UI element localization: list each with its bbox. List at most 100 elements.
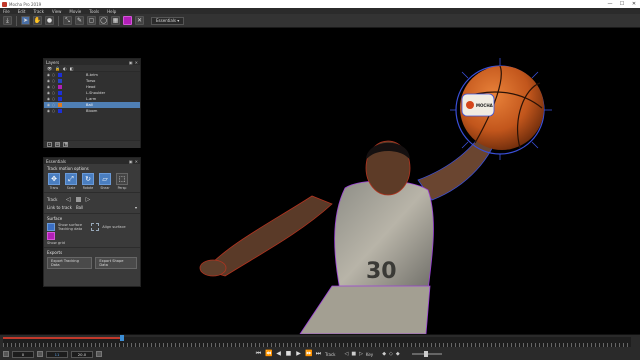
add-layer-icon[interactable]: + — [47, 142, 52, 147]
perspective-icon[interactable]: ⬚ — [116, 173, 128, 185]
set-in-point-icon[interactable] — [3, 351, 9, 357]
workspace-select[interactable]: Essentials ▾ — [151, 16, 185, 25]
zoom-tool-icon[interactable]: ● — [45, 16, 54, 25]
panel-float-icon[interactable]: ▣ — [129, 159, 133, 164]
bezier-tool-icon[interactable]: ✎ — [75, 16, 84, 25]
motion-scale[interactable]: ⤢ Scale — [64, 173, 78, 190]
layer-color-swatch — [58, 73, 62, 77]
track-forward-icon[interactable]: ▷ — [359, 351, 363, 357]
show-surface-icon[interactable] — [47, 223, 55, 231]
lock-icon[interactable]: ○ — [51, 91, 56, 95]
motion-label: Rotate — [82, 186, 94, 190]
stop-track-icon[interactable] — [75, 197, 81, 202]
play-backward-icon[interactable]: ◀ — [275, 350, 282, 358]
end-frame-field[interactable]: 20.0 — [71, 350, 93, 358]
export-tracking-button[interactable]: Export Tracking Data — [47, 257, 93, 269]
in-frame-field[interactable]: 0 — [12, 350, 34, 358]
lock-icon[interactable]: ○ — [51, 79, 56, 83]
menu-track[interactable]: Track — [33, 9, 43, 14]
motion-rotate[interactable]: ↻ Rotate — [81, 173, 95, 190]
xspline-tool-icon[interactable]: ⤡ — [63, 16, 72, 25]
track-backward-icon[interactable]: ◁ — [66, 196, 71, 203]
group-layer-icon[interactable]: ▤ — [55, 142, 60, 147]
next-keyframe-icon[interactable]: ◆ — [396, 351, 400, 357]
menu-tools[interactable]: Tools — [89, 9, 99, 14]
current-frame-field[interactable]: 11 — [46, 350, 68, 358]
keyframe-buttons: ◆ ◇ ◆ — [382, 351, 400, 357]
lock-icon[interactable]: ○ — [51, 73, 56, 77]
layers-panel-title: Layers — [46, 59, 60, 65]
rotate-icon[interactable]: ↻ — [82, 173, 94, 185]
motion-title: Track motion options — [47, 166, 89, 171]
translate-icon[interactable]: ✥ — [48, 173, 60, 185]
panel-close-icon[interactable]: ✕ — [135, 159, 138, 164]
select-tool-icon[interactable]: ➤ — [21, 16, 30, 25]
step-back-icon[interactable]: ⏪ — [265, 350, 272, 358]
track-forward-icon[interactable]: ▷ — [86, 196, 91, 203]
lock-icon[interactable]: ○ — [51, 109, 56, 113]
layer-color-swatch — [58, 91, 62, 95]
shear-icon[interactable]: ▱ — [99, 173, 111, 185]
motion-translate[interactable]: ✥ Trans — [47, 173, 61, 190]
menu-view[interactable]: View — [52, 9, 62, 14]
surface-icon[interactable]: ◧ — [70, 66, 74, 71]
transform-tool-icon[interactable]: ✕ — [135, 16, 144, 25]
motion-perspective[interactable]: ⬚ Persp — [115, 173, 129, 190]
ellipse-tool-icon[interactable]: ◯ — [99, 16, 108, 25]
close-button[interactable]: ✕ — [628, 0, 640, 8]
toolbar: ⤓ ➤ ✋ ● ⤡ ✎ ▢ ◯ ▦ ✕ Essentials ▾ — [0, 14, 640, 28]
toolbar-divider — [58, 15, 59, 26]
prev-keyframe-icon[interactable]: ◆ — [382, 351, 386, 357]
motion-shear[interactable]: ▱ Shear — [98, 173, 112, 190]
link-to-track-select[interactable]: Link to track Ball ▾ — [47, 204, 137, 211]
layer-matte-icon[interactable]: ▦ — [111, 16, 120, 25]
ball-logo-mark — [466, 101, 474, 109]
save-icon[interactable]: ⤓ — [3, 16, 12, 25]
playhead[interactable] — [120, 335, 124, 341]
align-surface-icon[interactable] — [91, 223, 100, 231]
link-value: Ball — [75, 205, 84, 210]
add-keyframe-icon[interactable]: ◇ — [389, 351, 393, 357]
timeline-ruler[interactable] — [3, 335, 631, 347]
track-stop-icon[interactable]: ■ — [351, 351, 356, 357]
go-to-start-icon[interactable]: ⏮ — [255, 350, 262, 358]
track-backward-icon[interactable]: ◁ — [344, 351, 348, 357]
layer-name: Torso — [86, 79, 96, 83]
menu-edit[interactable]: Edit — [18, 9, 26, 14]
menu-file[interactable]: File — [3, 9, 10, 14]
maximize-button[interactable]: ☐ — [616, 0, 628, 8]
layer-name: Head — [86, 85, 96, 89]
layer-footer: + ▤ 🗑 — [44, 140, 140, 148]
show-grid-icon[interactable] — [47, 232, 55, 240]
toolbar-divider — [16, 15, 17, 26]
cache-icon[interactable] — [96, 351, 102, 357]
layer-name: B.brim — [86, 73, 98, 77]
layer-row[interactable]: ◉ ○ Bloom — [44, 108, 140, 114]
visibility-icon[interactable]: 👁 — [47, 66, 52, 71]
scale-icon[interactable]: ⤢ — [65, 173, 77, 185]
panel-close-icon[interactable]: ✕ — [135, 60, 138, 65]
minimize-button[interactable]: — — [604, 0, 616, 8]
rectangle-tool-icon[interactable]: ▢ — [87, 16, 96, 25]
stop-icon[interactable]: ■ — [285, 350, 292, 358]
jersey-number: 30 — [366, 259, 397, 284]
layer-tools: 👁 🔒 ◐ ◧ — [44, 65, 140, 72]
menu-movie[interactable]: Movie — [69, 9, 81, 14]
lock-icon[interactable]: ○ — [51, 103, 56, 107]
delete-layer-icon[interactable]: 🗑 — [63, 142, 68, 147]
panel-float-icon[interactable]: ▣ — [129, 60, 133, 65]
timeline-zoom-slider[interactable] — [411, 351, 442, 357]
step-forward-icon[interactable]: ⏩ — [305, 350, 312, 358]
matte-icon[interactable]: ◐ — [63, 66, 67, 71]
lock-icon[interactable]: ○ — [51, 85, 56, 89]
lock-icon[interactable]: 🔒 — [55, 66, 60, 71]
go-to-end-icon[interactable]: ⏭ — [315, 350, 322, 358]
motion-label: Scale — [66, 186, 76, 190]
lock-icon[interactable]: ○ — [51, 97, 56, 101]
hand-tool-icon[interactable]: ✋ — [33, 16, 42, 25]
export-shape-button[interactable]: Export Shape Data — [95, 257, 137, 269]
surface-color-icon[interactable] — [123, 16, 132, 25]
play-forward-icon[interactable]: ▶ — [295, 350, 302, 358]
menu-help[interactable]: Help — [107, 9, 116, 14]
set-out-point-icon[interactable] — [37, 351, 43, 357]
